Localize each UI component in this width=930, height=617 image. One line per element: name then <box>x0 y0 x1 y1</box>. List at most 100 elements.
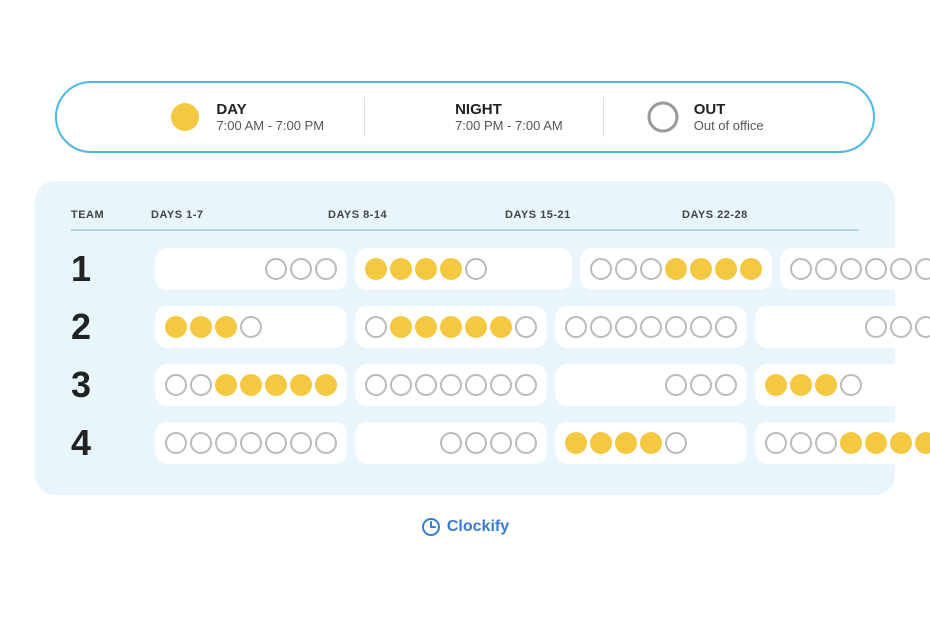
night-circle-svg <box>840 316 862 338</box>
day-circle <box>390 316 412 338</box>
out-circle <box>265 432 287 454</box>
day-circle <box>915 432 930 454</box>
col-days2: DAYS 8-14 <box>328 209 505 221</box>
night-label: NIGHT <box>455 101 563 118</box>
out-circle <box>190 432 212 454</box>
day-cell-2-2 <box>555 364 747 406</box>
out-circle <box>465 258 487 280</box>
day-circle <box>315 374 337 396</box>
day-circle <box>665 258 687 280</box>
out-circle <box>890 316 912 338</box>
day-circle <box>390 258 412 280</box>
sun-icon <box>166 98 204 136</box>
out-circle <box>915 316 930 338</box>
day-cell-1-0 <box>155 306 347 348</box>
night-circle-svg <box>390 432 412 454</box>
footer-brand: Clockify <box>421 517 509 537</box>
out-circle <box>515 374 537 396</box>
night-circle-svg <box>365 432 387 454</box>
out-circle <box>865 316 887 338</box>
day-circle <box>640 432 662 454</box>
out-circle <box>665 374 687 396</box>
table-divider <box>71 229 859 231</box>
clockify-logo-icon <box>421 517 441 537</box>
day-circle <box>715 258 737 280</box>
out-circle <box>840 258 862 280</box>
out-circle <box>465 374 487 396</box>
day-circle <box>240 374 262 396</box>
day-circle <box>740 258 762 280</box>
out-circle <box>615 258 637 280</box>
night-circle-svg <box>315 316 337 338</box>
col-days4: DAYS 22-28 <box>682 209 859 221</box>
schedule-card: TEAM DAYS 1-7 DAYS 8-14 DAYS 15-21 DAYS … <box>35 181 895 495</box>
day-circle <box>840 432 862 454</box>
out-circle <box>465 432 487 454</box>
out-label: OUT <box>694 101 764 118</box>
night-circle-svg <box>215 258 237 280</box>
day-circle <box>790 374 812 396</box>
out-circle <box>790 432 812 454</box>
night-circle-svg <box>190 258 212 280</box>
col-days1: DAYS 1-7 <box>151 209 328 221</box>
night-circle-svg <box>815 316 837 338</box>
team-number: 4 <box>71 422 151 464</box>
out-circle <box>815 432 837 454</box>
out-circle <box>415 374 437 396</box>
out-circle <box>640 258 662 280</box>
out-circle <box>490 374 512 396</box>
night-circle-svg <box>240 258 262 280</box>
brand-name: Clockify <box>447 518 509 536</box>
day-cell-3-0 <box>155 422 347 464</box>
night-circle-svg <box>590 374 612 396</box>
out-circle <box>290 258 312 280</box>
out-circle <box>865 258 887 280</box>
out-circle <box>365 374 387 396</box>
day-cell-3-1 <box>355 422 547 464</box>
night-circle-svg <box>640 374 662 396</box>
day-label: DAY <box>216 101 324 118</box>
table-row: 3 <box>71 361 859 409</box>
out-circle <box>915 258 930 280</box>
day-circle <box>865 432 887 454</box>
day-circle <box>290 374 312 396</box>
day-circle <box>265 374 287 396</box>
legend-divider-1 <box>364 97 365 137</box>
day-circle <box>590 432 612 454</box>
night-circle-svg <box>540 258 562 280</box>
out-circle <box>640 316 662 338</box>
out-circle <box>440 374 462 396</box>
out-circle <box>515 432 537 454</box>
day-circle <box>190 316 212 338</box>
day-circle <box>690 258 712 280</box>
day-cell-3-2 <box>555 422 747 464</box>
night-circle-svg <box>265 316 287 338</box>
out-circle <box>265 258 287 280</box>
out-circle <box>490 432 512 454</box>
day-cell-0-1 <box>355 248 572 290</box>
out-circle <box>665 316 687 338</box>
day-circle <box>565 432 587 454</box>
out-circle <box>815 258 837 280</box>
day-circle <box>465 316 487 338</box>
day-cell-0-3 <box>780 248 930 290</box>
out-circle <box>440 432 462 454</box>
night-circle-svg <box>515 258 537 280</box>
table-row: 4 <box>71 419 859 467</box>
night-circle-svg <box>615 374 637 396</box>
out-circle <box>840 374 862 396</box>
day-circle <box>215 316 237 338</box>
out-circle <box>790 258 812 280</box>
legend-day: DAY 7:00 AM - 7:00 PM <box>166 98 324 136</box>
day-circle <box>365 258 387 280</box>
team-number: 2 <box>71 306 151 348</box>
day-circle <box>765 374 787 396</box>
day-cell-1-1 <box>355 306 547 348</box>
out-circle <box>165 374 187 396</box>
out-circle <box>390 374 412 396</box>
out-circle <box>315 432 337 454</box>
team-number: 1 <box>71 248 151 290</box>
night-circle-svg <box>165 258 187 280</box>
day-circle <box>815 374 837 396</box>
out-circle <box>190 374 212 396</box>
